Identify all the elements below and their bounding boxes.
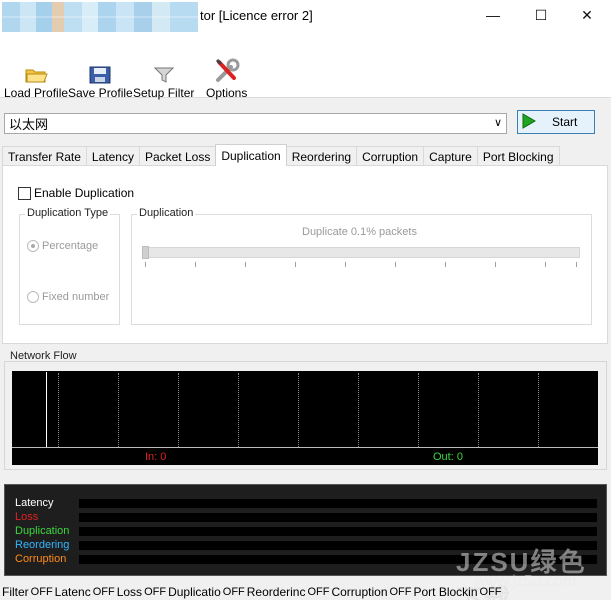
meter-label: Latency	[15, 497, 54, 509]
meter-bar-latency	[79, 499, 597, 508]
status-duplication-state: OFF	[222, 585, 245, 598]
meter-row-loss: Loss	[15, 510, 38, 524]
enable-duplication-row[interactable]: Enable Duplication	[18, 186, 134, 200]
minimize-button[interactable]: —	[470, 0, 516, 30]
status-filter-state: OFF	[30, 585, 53, 598]
funnel-icon	[133, 56, 194, 84]
grid-line	[538, 373, 539, 447]
maximize-icon: ☐	[534, 6, 548, 23]
tab-duplication[interactable]: Duplication	[215, 144, 287, 166]
adapter-selected-value: 以太网	[9, 117, 49, 132]
enable-duplication-label: Enable Duplication	[34, 186, 135, 200]
status-corruption-state: OFF	[389, 585, 412, 598]
percentage-label: Percentage	[42, 240, 99, 252]
meter-bar-duplication	[79, 527, 597, 536]
status-loss-state: OFF	[144, 585, 167, 598]
status-port-blocking-state: OFF	[479, 585, 502, 598]
duplication-type-group: Duplication Type	[19, 207, 120, 325]
title-bar: tor [Licence error 2] — ☐ ✕	[0, 0, 611, 64]
tab-capture[interactable]: Capture	[423, 146, 478, 166]
duplication-type-title: Duplication Type	[25, 207, 111, 219]
adapter-select[interactable]: 以太网 ∨	[4, 113, 507, 134]
flow-out-label: Out: 0	[433, 451, 463, 463]
grid-line	[418, 373, 419, 447]
grid-line	[478, 373, 479, 447]
start-label: Start	[552, 115, 578, 129]
grid-line	[58, 373, 59, 447]
tab-latency[interactable]: Latency	[85, 146, 140, 166]
tab-reordering[interactable]: Reordering	[285, 146, 358, 166]
maximize-button[interactable]: ☐	[518, 0, 564, 30]
meter-label: Reordering	[15, 539, 70, 551]
meter-label: Loss	[15, 511, 39, 523]
start-button[interactable]: Start	[517, 110, 595, 134]
options-button[interactable]: Options	[206, 56, 247, 100]
duplication-slider-thumb[interactable]	[142, 246, 149, 259]
status-filter-name: Filter	[2, 584, 29, 599]
status-reordering-state: OFF	[307, 585, 330, 598]
meter-row-latency: Latency	[15, 496, 54, 510]
play-icon	[522, 112, 536, 132]
status-bar: Filter OFF Latenc OFF Loss OFF Duplicati…	[0, 583, 611, 600]
options-label: Options	[206, 86, 248, 100]
setup-filter-label: Setup Filter	[133, 86, 195, 100]
meter-row-corruption: Corruption	[15, 552, 66, 566]
folder-open-icon	[4, 56, 68, 84]
grid-line	[118, 373, 119, 447]
enable-duplication-checkbox[interactable]	[18, 186, 31, 200]
flow-cursor	[46, 372, 47, 447]
load-profile-button[interactable]: Load Profile	[4, 56, 68, 100]
tab-packet-loss[interactable]: Packet Loss	[138, 146, 217, 166]
tab-transfer-rate[interactable]: Transfer Rate	[2, 146, 87, 166]
wrench-screwdriver-icon	[206, 56, 247, 84]
slider-ticks	[145, 262, 577, 268]
flow-baseline	[12, 447, 598, 448]
grid-line	[358, 373, 359, 447]
status-corruption-name: Corruption	[331, 584, 388, 599]
save-profile-button[interactable]: Save Profile	[68, 56, 133, 100]
grid-line	[178, 373, 179, 447]
meter-label: Duplication	[15, 525, 70, 537]
setup-filter-button[interactable]: Setup Filter	[133, 56, 194, 100]
minimize-icon: —	[486, 7, 500, 23]
status-reordering-name: Reorderinc	[246, 584, 306, 599]
grid-line	[238, 373, 239, 447]
meter-row-reordering: Reordering	[15, 538, 69, 552]
flow-in-label: In: 0	[145, 451, 167, 463]
status-latency-state: OFF	[92, 585, 115, 598]
meter-label: Corruption	[15, 553, 67, 565]
fixed-number-radio[interactable]	[27, 291, 39, 303]
percentage-radio[interactable]	[27, 240, 39, 252]
meter-bar-loss	[79, 513, 597, 522]
meter-row-duplication: Duplication	[15, 524, 69, 538]
tab-strip: Transfer Rate Latency Packet Loss Duplic…	[2, 144, 560, 166]
fixed-number-label: Fixed number	[42, 291, 110, 303]
duplication-slider[interactable]	[142, 247, 580, 258]
load-profile-label: Load Profile	[4, 86, 69, 100]
status-port-blocking-name: Port Blockin	[413, 584, 478, 599]
status-loss-name: Loss	[116, 584, 143, 599]
status-latency-name: Latenc	[54, 584, 91, 599]
duplicate-value-label: Duplicate 0.1% packets	[302, 226, 417, 238]
fixed-number-option[interactable]: Fixed number	[27, 291, 109, 303]
percentage-option[interactable]: Percentage	[27, 240, 98, 252]
grid-line	[298, 373, 299, 447]
chevron-down-icon: ∨	[493, 117, 502, 129]
close-icon: ✕	[581, 6, 593, 23]
toolbar: Load Profile Save Profile Setup Filter O…	[0, 32, 611, 100]
tab-port-blocking[interactable]: Port Blocking	[476, 146, 560, 166]
window-title: tor [Licence error 2]	[200, 8, 313, 23]
duplication-group-title: Duplication	[137, 207, 196, 219]
network-flow-graph: In: 0 Out: 0	[12, 371, 598, 465]
status-duplication-name: Duplicatio	[168, 584, 221, 599]
tab-corruption[interactable]: Corruption	[356, 146, 425, 166]
close-button[interactable]: ✕	[564, 0, 610, 30]
save-disk-icon	[68, 56, 133, 84]
save-profile-label: Save Profile	[68, 86, 133, 100]
